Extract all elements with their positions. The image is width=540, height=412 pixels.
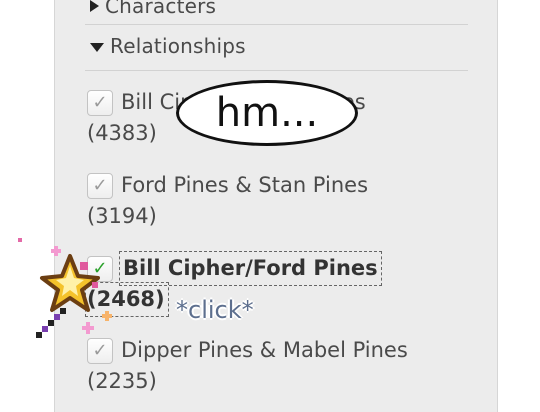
filter-item-label[interactable]: Bill Cipher/Ford Pines [119,251,382,286]
filter-item-selected[interactable]: ✓ Bill Cipher/Ford Pines (2468) [85,251,467,317]
filter-item-label[interactable]: Ford Pines & Stan Pines [121,170,368,201]
magic-wand-icon [18,238,112,338]
section-characters[interactable]: Characters [90,0,216,22]
filter-item[interactable]: ✓ Dipper Pines & Mabel Pines (2235) [87,335,467,397]
expand-arrow-icon[interactable] [90,0,99,12]
filter-item[interactable]: ✓ Ford Pines & Stan Pines (3194) [87,170,467,232]
filter-item-count: (2235) [87,369,157,393]
divider [85,24,468,25]
filter-item-label[interactable]: Dipper Pines & Mabel Pines [121,335,408,366]
click-annotation: *click* [176,296,254,324]
filter-sidebar: Characters Relationships ✓ Bill Cipher &… [54,0,498,412]
check-icon: ✓ [92,92,108,113]
thought-bubble-text: hm... [215,90,319,136]
section-relationships[interactable]: Relationships [90,30,246,62]
section-relationships-label[interactable]: Relationships [110,34,246,58]
collapse-arrow-icon[interactable] [90,42,104,52]
thought-bubble: hm... [176,80,358,146]
section-characters-label[interactable]: Characters [105,0,216,18]
filter-checkbox[interactable]: ✓ [87,172,113,199]
check-icon: ✓ [92,175,108,196]
divider [85,70,468,71]
filter-checkbox[interactable]: ✓ [87,89,113,116]
filter-item-count: (3194) [87,204,157,228]
